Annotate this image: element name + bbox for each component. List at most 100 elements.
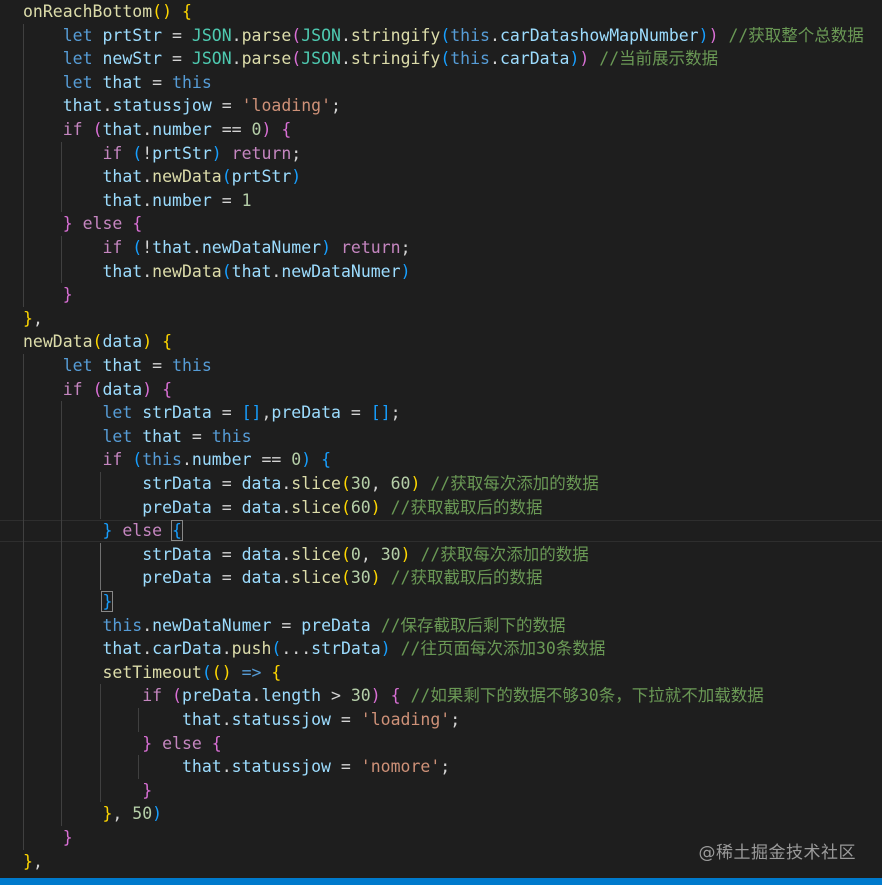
code-token: (: [221, 167, 232, 187]
code-line[interactable]: if (!prtStr) return;: [23, 142, 301, 166]
indent-guide: [23, 23, 24, 307]
code-line[interactable]: that.statussjow = 'loading';: [23, 94, 341, 118]
code-token: ): [152, 804, 163, 824]
code-line[interactable]: that.number = 1: [23, 189, 251, 213]
code-token: statussjow: [112, 96, 212, 116]
code-line[interactable]: that.newData(that.newDataNumer): [23, 260, 410, 284]
code-line[interactable]: } else {: [23, 212, 143, 236]
code-line[interactable]: let strData = [],preData = [];: [23, 401, 400, 425]
code-line[interactable]: preData = data.slice(30) //获取截取后的数据: [23, 566, 542, 590]
status-bar[interactable]: [0, 878, 882, 885]
code-token: 30: [350, 474, 371, 493]
code-line[interactable]: },: [23, 850, 43, 874]
code-line[interactable]: onReachBottom() {: [23, 0, 192, 24]
code-line[interactable]: strData = data.slice(0, 30) //获取每次添加的数据: [23, 543, 589, 567]
code-token: ==: [251, 450, 292, 470]
code-line[interactable]: if (preData.length > 30) { //如果剩下的数据不够30…: [23, 684, 764, 708]
code-token: let: [62, 72, 93, 92]
code-token: .: [221, 757, 232, 777]
code-token: =: [211, 474, 242, 493]
code-line[interactable]: preData = data.slice(60) //获取截取后的数据: [23, 496, 543, 520]
code-line[interactable]: }: [23, 779, 152, 803]
code-token: else: [162, 733, 202, 753]
indent-guide: [61, 236, 63, 284]
code-line[interactable]: this.newDataNumer = preData //保存截取后剩下的数据: [23, 614, 565, 638]
code-token: =: [330, 710, 361, 729]
code-line[interactable]: that.newData(prtStr): [23, 165, 301, 189]
code-line[interactable]: } else {: [23, 732, 222, 756]
code-token: newStr: [102, 49, 163, 69]
code-line[interactable]: let prtStr = JSON.parse(JSON.stringify(t…: [23, 24, 864, 48]
code-token: .: [142, 190, 153, 210]
code-line[interactable]: if (this.number == 0) {: [23, 448, 331, 472]
code-line[interactable]: let that = this: [23, 71, 212, 95]
indent-guide: [99, 542, 101, 590]
code-editor[interactable]: onReachBottom() { let prtStr = JSON.pars…: [0, 0, 882, 878]
code-line[interactable]: strData = data.slice(30, 60) //获取每次添加的数据: [23, 472, 599, 496]
code-token: data: [102, 379, 143, 399]
code-token: stringify: [350, 25, 441, 45]
code-line[interactable]: that.carData.push(...strData) //往页面每次添加3…: [23, 637, 605, 661]
code-line[interactable]: let that = this: [23, 354, 212, 378]
code-token: if: [62, 379, 83, 399]
code-token: ;: [291, 143, 302, 163]
code-line[interactable]: }: [23, 283, 73, 307]
code-token: preData: [142, 497, 212, 517]
code-token: number: [191, 450, 252, 470]
code-token: newData: [23, 332, 93, 352]
code-token: statussjow: [231, 710, 331, 729]
code-token: //获取截取后的数据: [390, 497, 543, 517]
code-token: (: [172, 686, 182, 706]
code-token: =: [271, 615, 302, 635]
code-token: !: [142, 143, 153, 163]
code-token: }: [62, 828, 73, 847]
code-token: 30: [350, 568, 371, 588]
code-token: ): [370, 497, 381, 517]
code-line[interactable]: let newStr = JSON.parse(JSON.stringify(t…: [23, 47, 718, 71]
code-token: ): [142, 332, 153, 352]
code-token: ;: [400, 238, 411, 257]
code-token: preData: [271, 403, 341, 423]
code-line[interactable]: }, 50): [23, 802, 162, 826]
code-token: {: [321, 450, 332, 470]
code-token: >: [321, 686, 351, 706]
code-line[interactable]: }: [23, 590, 114, 614]
code-token: that: [181, 757, 222, 777]
code-token: (: [340, 544, 351, 564]
code-token: }: [62, 285, 73, 305]
code-line[interactable]: that.statussjow = 'nomore';: [23, 755, 450, 779]
code-token: =: [162, 49, 192, 69]
code-line[interactable]: }: [23, 826, 73, 850]
code-token: }: [101, 591, 114, 612]
code-token: ,: [261, 403, 272, 423]
code-line[interactable]: } else {: [23, 519, 183, 543]
code-token: slice: [291, 474, 341, 493]
code-token: (: [92, 120, 103, 139]
code-token: data: [241, 474, 282, 493]
code-token: {: [171, 520, 183, 542]
code-line[interactable]: if (!that.newDataNumer) return;: [23, 236, 411, 260]
code-line[interactable]: },: [23, 307, 43, 331]
code-line[interactable]: newData(data) {: [23, 330, 172, 354]
code-line[interactable]: if (that.number == 0) {: [23, 118, 292, 142]
code-line[interactable]: let that = this: [23, 425, 251, 449]
code-token: this: [172, 72, 212, 92]
code-line[interactable]: that.statussjow = 'loading';: [23, 708, 460, 732]
code-token: slice: [291, 497, 341, 517]
code-line[interactable]: if (data) {: [23, 378, 172, 402]
